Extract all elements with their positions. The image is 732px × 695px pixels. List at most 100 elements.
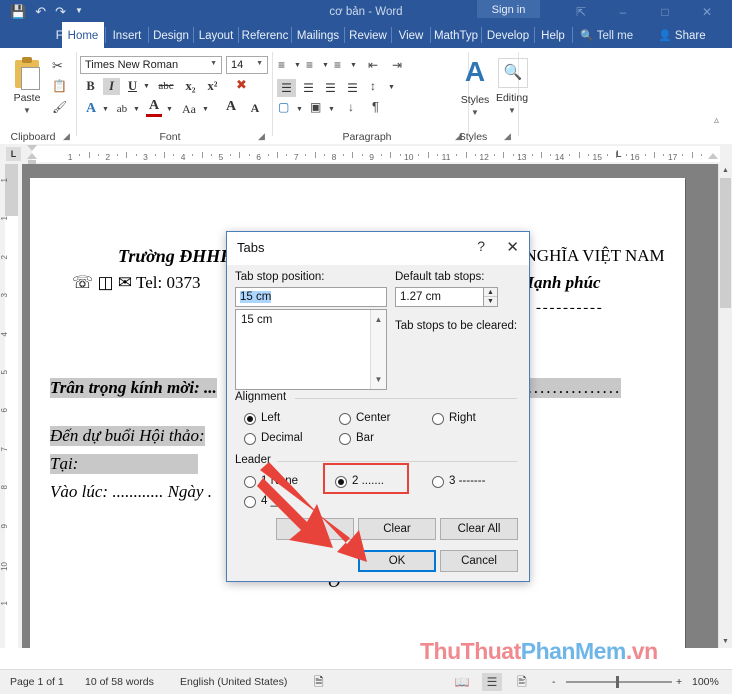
language-indicator[interactable]: English (United States) bbox=[180, 670, 287, 694]
bullets-icon[interactable]: ≡ bbox=[278, 58, 285, 72]
text-highlight-button[interactable]: ab bbox=[113, 100, 131, 118]
increase-indent-icon[interactable]: ⇥ bbox=[392, 58, 402, 72]
tab-mailings[interactable]: Mailings bbox=[292, 22, 344, 48]
tab-layout[interactable]: Layout bbox=[194, 22, 238, 48]
stepper-down-icon[interactable]: ▼ bbox=[484, 296, 497, 306]
list-item[interactable]: 15 cm bbox=[241, 314, 272, 326]
chevron-down-icon[interactable]: ▼ bbox=[256, 60, 263, 67]
tab-insert[interactable]: Insert bbox=[106, 22, 148, 48]
zoom-level[interactable]: 100% bbox=[692, 670, 719, 694]
change-case-dropdown-icon[interactable]: ▼ bbox=[202, 106, 209, 113]
word-count[interactable]: 10 of 58 words bbox=[85, 670, 154, 694]
sign-in-button[interactable]: Sign in bbox=[477, 0, 540, 18]
tab-stop-marker[interactable]: L bbox=[616, 149, 622, 159]
tab-view[interactable]: View bbox=[392, 22, 430, 48]
tab-developer[interactable]: Develop bbox=[482, 22, 534, 48]
hanging-indent-marker[interactable] bbox=[27, 153, 37, 159]
sort-icon[interactable]: ↓ bbox=[348, 100, 354, 114]
zoom-in-button[interactable]: + bbox=[676, 670, 682, 694]
leader-dashes-radio[interactable] bbox=[432, 476, 444, 488]
scroll-up-icon[interactable]: ▲ bbox=[371, 312, 386, 327]
tell-me-search[interactable]: 🔍 Tell me bbox=[580, 22, 660, 48]
alignment-left-radio[interactable] bbox=[244, 413, 256, 425]
align-left-button[interactable]: ☰ bbox=[277, 79, 296, 97]
alignment-decimal-radio[interactable] bbox=[244, 433, 256, 445]
close-icon[interactable]: ✕ bbox=[506, 238, 519, 256]
subscript-button[interactable]: x₂ bbox=[181, 78, 200, 95]
align-center-button[interactable]: ☰ bbox=[299, 79, 318, 97]
right-indent-marker[interactable] bbox=[708, 153, 718, 159]
copy-icon[interactable]: 📋 bbox=[52, 79, 67, 93]
numbering-dropdown-icon[interactable]: ▼ bbox=[322, 62, 329, 69]
vertical-scrollbar[interactable]: ▲ ▼ bbox=[718, 164, 732, 648]
justify-button[interactable]: ☰ bbox=[343, 79, 362, 97]
align-right-button[interactable]: ☰ bbox=[321, 79, 340, 97]
scroll-up-icon[interactable]: ▲ bbox=[719, 164, 732, 177]
text-effects-dropdown-icon[interactable]: ▼ bbox=[102, 106, 109, 113]
tab-selector-button[interactable]: L bbox=[6, 147, 21, 161]
web-layout-icon[interactable]: 🖹 bbox=[512, 673, 532, 691]
chevron-down-icon[interactable]: ▼ bbox=[210, 60, 217, 67]
tab-mathtype[interactable]: MathTyp bbox=[431, 22, 481, 48]
vertical-ruler[interactable]: 1 1 2 3 4 5 6 7 8 9 10 1 bbox=[0, 164, 22, 648]
shading-dropdown-icon[interactable]: ▼ bbox=[296, 106, 303, 113]
question-mark-icon[interactable]: ? bbox=[477, 238, 485, 254]
multilevel-dropdown-icon[interactable]: ▼ bbox=[350, 62, 357, 69]
default-tab-stops-stepper[interactable]: ▲ ▼ bbox=[483, 287, 498, 307]
first-line-indent-marker[interactable] bbox=[27, 145, 37, 151]
alignment-right-radio[interactable] bbox=[432, 413, 444, 425]
change-case-button[interactable]: Aa bbox=[177, 100, 201, 118]
clipboard-dialog-launcher[interactable]: ◢ bbox=[63, 131, 70, 142]
alignment-bar-radio[interactable] bbox=[339, 433, 351, 445]
borders-dropdown-icon[interactable]: ▼ bbox=[328, 106, 335, 113]
proofing-errors-icon[interactable]: 🗎 bbox=[314, 670, 324, 694]
window-controls[interactable]: ⇱ – □ ✕ bbox=[560, 0, 728, 22]
highlight-dropdown-icon[interactable]: ▼ bbox=[133, 106, 140, 113]
underline-button[interactable]: U bbox=[124, 78, 141, 95]
format-painter-icon[interactable]: 🖌 bbox=[52, 100, 67, 114]
zoom-slider-track[interactable] bbox=[566, 681, 672, 683]
font-size-combobox[interactable]: 14 ▼ bbox=[226, 56, 268, 74]
font-name-combobox[interactable]: Times New Roman ▼ bbox=[80, 56, 222, 74]
tab-stop-position-input[interactable]: 15 cm bbox=[235, 287, 387, 307]
cancel-button[interactable]: Cancel bbox=[440, 550, 518, 572]
scroll-down-icon[interactable]: ▼ bbox=[719, 635, 732, 648]
font-color-dropdown-icon[interactable]: ▼ bbox=[166, 106, 173, 113]
editing-button[interactable]: 🔍 Editing ▼ bbox=[484, 56, 540, 126]
zoom-out-button[interactable]: - bbox=[552, 670, 556, 694]
multilevel-list-icon[interactable]: ≡ bbox=[334, 58, 341, 72]
page-info[interactable]: Page 1 of 1 bbox=[10, 670, 64, 694]
underline-dropdown-icon[interactable]: ▼ bbox=[143, 83, 150, 90]
horizontal-ruler[interactable]: L 1 2 3 4 5 6 7 8 9 10 11 12 13 14 15 16 17 L bbox=[0, 144, 732, 165]
zoom-slider-thumb[interactable] bbox=[616, 676, 619, 688]
print-layout-icon[interactable]: ☰ bbox=[482, 673, 502, 691]
line-spacing-icon[interactable]: ↕ bbox=[370, 79, 376, 93]
clear-all-button[interactable]: Clear All bbox=[440, 518, 518, 540]
ribbon-display-options-icon[interactable]: ⇱ bbox=[560, 0, 602, 22]
show-formatting-marks-icon[interactable]: ¶ bbox=[372, 99, 379, 114]
font-dialog-launcher[interactable]: ◢ bbox=[258, 131, 265, 142]
tab-home[interactable]: Home bbox=[62, 22, 104, 48]
tab-references[interactable]: Referenc bbox=[239, 22, 291, 48]
collapse-ribbon-icon[interactable]: ▵ bbox=[714, 115, 719, 126]
strikethrough-button[interactable]: abc bbox=[154, 78, 178, 95]
shading-icon[interactable]: ▢ bbox=[278, 100, 289, 114]
alignment-center-radio[interactable] bbox=[339, 413, 351, 425]
font-color-button[interactable]: A bbox=[145, 98, 163, 114]
superscript-button[interactable]: x² bbox=[203, 78, 222, 95]
maximize-icon[interactable]: □ bbox=[644, 0, 686, 22]
share-button[interactable]: 👤 Share bbox=[658, 22, 730, 48]
bullets-dropdown-icon[interactable]: ▼ bbox=[294, 62, 301, 69]
close-icon[interactable]: ✕ bbox=[686, 0, 728, 22]
read-mode-icon[interactable]: 📖 bbox=[452, 673, 472, 691]
scroll-down-icon[interactable]: ▼ bbox=[371, 372, 386, 387]
decrease-indent-icon[interactable]: ⇤ bbox=[368, 58, 378, 72]
grow-font-button[interactable]: A bbox=[222, 98, 240, 116]
paste-dropdown-icon[interactable]: ▼ bbox=[23, 106, 31, 115]
scissors-icon[interactable]: ✂ bbox=[52, 58, 63, 74]
numbering-icon[interactable]: ≡ bbox=[306, 58, 313, 72]
italic-button[interactable]: I bbox=[103, 78, 120, 95]
shrink-font-button[interactable]: A bbox=[246, 99, 264, 117]
tab-help[interactable]: Help bbox=[535, 22, 571, 48]
editing-dropdown-icon[interactable]: ▼ bbox=[484, 106, 540, 115]
